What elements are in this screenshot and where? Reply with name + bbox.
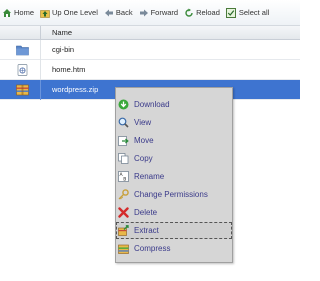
menu-item-label: Compress bbox=[134, 244, 171, 253]
file-name: home.htm bbox=[52, 65, 86, 74]
home-icon bbox=[2, 8, 12, 18]
delete-icon bbox=[118, 207, 129, 218]
back-arrow-icon bbox=[104, 8, 114, 18]
download-icon bbox=[118, 99, 129, 110]
back-label: Back bbox=[115, 8, 133, 17]
menu-item-label: Download bbox=[134, 100, 170, 109]
menu-item-label: View bbox=[134, 118, 152, 127]
select-all-label: Select all bbox=[238, 8, 270, 17]
reload-label: Reload bbox=[196, 8, 220, 17]
back-button[interactable]: Back bbox=[104, 8, 133, 18]
menu-item-change-permissions[interactable]: Change Permissions bbox=[116, 186, 232, 203]
forward-button[interactable]: Forward bbox=[139, 8, 179, 18]
menu-item-view[interactable]: View bbox=[116, 114, 232, 131]
folder-up-icon bbox=[40, 8, 50, 18]
file-row-cgi-bin[interactable]: cgi-bin bbox=[0, 40, 300, 60]
html-file-icon bbox=[16, 64, 29, 76]
menu-item-label: Move bbox=[134, 136, 154, 145]
table-header: Name bbox=[0, 26, 300, 40]
home-button[interactable]: Home bbox=[2, 8, 34, 18]
column-separator bbox=[40, 60, 41, 80]
name-column-header[interactable]: Name bbox=[52, 28, 72, 37]
column-separator bbox=[40, 26, 41, 40]
file-row-home-htm[interactable]: home.htm bbox=[0, 60, 300, 80]
menu-item-label: Copy bbox=[134, 154, 153, 163]
menu-item-label: Delete bbox=[134, 208, 158, 217]
up-one-level-button[interactable]: Up One Level bbox=[40, 8, 98, 18]
menu-item-copy[interactable]: Copy bbox=[116, 150, 232, 167]
context-menu: Download View Move Copy AB Rename Change… bbox=[115, 87, 233, 263]
menu-item-label: Extract bbox=[134, 226, 159, 235]
file-name: cgi-bin bbox=[52, 45, 75, 54]
menu-item-label: Rename bbox=[134, 172, 165, 181]
select-all-button[interactable]: Select all bbox=[225, 7, 270, 18]
column-separator bbox=[40, 40, 41, 60]
menu-item-move[interactable]: Move bbox=[116, 132, 232, 149]
toolbar: Home Up One Level Back Forward Reload Se… bbox=[0, 0, 300, 26]
forward-arrow-icon bbox=[139, 8, 149, 18]
magnifier-icon bbox=[118, 117, 129, 128]
copy-icon bbox=[118, 153, 129, 164]
svg-text:B: B bbox=[123, 177, 126, 182]
rename-icon: AB bbox=[118, 171, 129, 182]
move-icon bbox=[118, 135, 129, 146]
up-one-level-label: Up One Level bbox=[52, 8, 98, 17]
compress-icon bbox=[118, 243, 129, 254]
menu-item-download[interactable]: Download bbox=[116, 96, 232, 113]
menu-item-label: Change Permissions bbox=[134, 190, 208, 199]
menu-item-extract[interactable]: Extract bbox=[116, 222, 232, 239]
select-all-checkbox-icon bbox=[225, 7, 236, 18]
reload-button[interactable]: Reload bbox=[184, 8, 220, 18]
column-separator bbox=[40, 80, 41, 100]
menu-item-rename[interactable]: AB Rename bbox=[116, 168, 232, 185]
reload-icon bbox=[184, 8, 194, 18]
archive-icon bbox=[16, 84, 29, 96]
forward-label: Forward bbox=[150, 8, 179, 17]
menu-item-delete[interactable]: Delete bbox=[116, 204, 232, 221]
extract-icon bbox=[118, 225, 129, 236]
home-label: Home bbox=[14, 8, 35, 17]
folder-icon bbox=[16, 44, 29, 56]
file-name: wordpress.zip bbox=[52, 85, 99, 94]
key-icon bbox=[118, 189, 129, 200]
menu-item-compress[interactable]: Compress bbox=[116, 240, 232, 257]
